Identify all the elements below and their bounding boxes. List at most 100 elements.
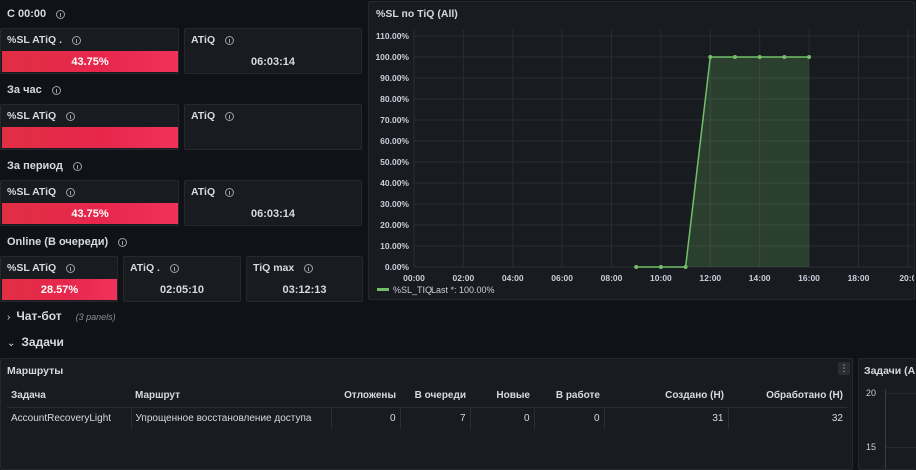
info-icon[interactable] bbox=[51, 85, 61, 95]
chevron-down-icon: ⌄ bbox=[7, 338, 16, 349]
x-tick-label: 02:00 bbox=[453, 273, 475, 283]
routes-title: Маршруты bbox=[7, 365, 64, 377]
y-tick-label: 110.00% bbox=[376, 31, 410, 41]
legend-swatch bbox=[377, 288, 389, 291]
tasks-y-tick: 15 bbox=[866, 442, 877, 452]
series-point bbox=[683, 265, 688, 269]
info-icon[interactable] bbox=[169, 263, 179, 273]
table-cell: 32 bbox=[831, 412, 843, 424]
column-header[interactable]: Маршрут bbox=[131, 385, 331, 408]
sl-area-chart[interactable]: 0.00% 10.00% 20.00% 30.00% 40.00% 50.00% 60.00… bbox=[369, 2, 915, 300]
routes-panel[interactable]: Маршруты ⋮ Задача Маршрут Отложены В оче… bbox=[0, 358, 853, 470]
y-axis-labels: 0.00% 10.00% 20.00% 30.00% 40.00% 50.00% 60.00… bbox=[375, 31, 409, 272]
y-tick-label: 80.00% bbox=[380, 94, 409, 104]
section-title-hour: За час bbox=[7, 84, 61, 96]
table-row[interactable]: AccountRecoveryLight Упрощенное восстано… bbox=[7, 407, 847, 429]
tasks-y-tick: 20 bbox=[866, 388, 877, 398]
section-title-period: За период bbox=[7, 160, 82, 172]
chart-grid bbox=[413, 30, 914, 268]
series-area-fill bbox=[685, 57, 810, 267]
column-header[interactable]: Отложены bbox=[331, 385, 400, 408]
routes-table: Задача Маршрут Отложены В очереди Новые … bbox=[7, 385, 847, 429]
y-tick-label: 30.00% bbox=[380, 199, 409, 209]
y-tick-label: 0.00% bbox=[385, 262, 410, 272]
atiq-online-panel[interactable]: ATiQ . 02:05:10 bbox=[123, 256, 241, 302]
tasks-axis-line bbox=[885, 389, 886, 469]
y-tick-label: 40.00% bbox=[380, 178, 409, 188]
column-header[interactable]: Обработано (Н) bbox=[728, 385, 847, 408]
section-title-online: Online (В очереди) bbox=[7, 236, 128, 248]
sl-gauge-bar: 43.75% bbox=[2, 203, 178, 224]
series-point bbox=[634, 265, 639, 269]
x-tick-label: 00:00 bbox=[403, 273, 425, 283]
tiq-max-online-panel[interactable]: TiQ max 03:12:13 bbox=[246, 256, 363, 302]
sl-gauge-bar bbox=[2, 127, 178, 148]
table-cell: 0 bbox=[534, 407, 605, 429]
series-point bbox=[732, 55, 737, 59]
section-title-today: С 00:00 bbox=[7, 8, 66, 20]
atiq-value: 06:03:14 bbox=[250, 208, 296, 220]
row-tasks[interactable]: ⌄ Задачи bbox=[7, 335, 64, 349]
atiq-value: 06:03:14 bbox=[250, 56, 296, 68]
series-point bbox=[807, 55, 812, 59]
table-cell: 31 bbox=[604, 407, 729, 429]
series-point bbox=[708, 55, 713, 59]
x-tick-label: 12:00 bbox=[699, 273, 721, 283]
y-tick-label: 20.00% bbox=[380, 220, 409, 230]
info-icon[interactable] bbox=[304, 263, 314, 273]
info-icon[interactable] bbox=[66, 263, 76, 273]
atiq-value: 02:05:10 bbox=[159, 284, 205, 296]
column-header[interactable]: Новые bbox=[470, 385, 534, 408]
info-icon[interactable] bbox=[72, 161, 82, 171]
info-icon[interactable] bbox=[225, 35, 235, 45]
y-tick-label: 10.00% bbox=[380, 241, 409, 251]
x-tick-label: 04:00 bbox=[502, 273, 524, 283]
info-icon[interactable] bbox=[225, 187, 235, 197]
series-point bbox=[757, 55, 762, 59]
sl-gauge-bar: 28.57% bbox=[2, 279, 117, 300]
table-cell: Упрощенное восстановление доступа bbox=[131, 407, 332, 429]
chart-legend[interactable]: %SL_TIQ Last *: 100.00% bbox=[377, 285, 495, 295]
x-tick-label: 06:00 bbox=[551, 273, 573, 283]
legend-stat: Last *: 100.00% bbox=[431, 285, 495, 295]
series-point bbox=[782, 55, 787, 59]
column-header[interactable]: Задача bbox=[7, 385, 131, 408]
y-tick-label: 50.00% bbox=[380, 157, 409, 167]
atiq-today-panel[interactable]: ATiQ 06:03:14 bbox=[184, 28, 362, 74]
sl-atiq-period-panel[interactable]: %SL ATiQ 43.75% bbox=[0, 180, 179, 226]
column-header[interactable]: В очереди bbox=[400, 385, 470, 408]
column-header[interactable]: В работе bbox=[534, 385, 604, 408]
tasks-grid-line bbox=[886, 447, 916, 448]
x-axis-labels: 00:00 02:00 04:00 06:00 08:00 10:00 12:00 14:00… bbox=[403, 273, 915, 283]
table-cell: 0 bbox=[331, 407, 401, 429]
tasks-all-title: Задачи (All bbox=[864, 365, 916, 377]
info-icon[interactable] bbox=[72, 35, 82, 45]
info-icon[interactable] bbox=[66, 111, 76, 121]
series-point bbox=[658, 265, 663, 269]
tasks-all-panel[interactable]: Задачи (All 20 15 bbox=[858, 358, 916, 470]
info-icon[interactable] bbox=[225, 111, 235, 121]
info-icon[interactable] bbox=[118, 237, 128, 247]
atiq-period-panel[interactable]: ATiQ 06:03:14 bbox=[184, 180, 362, 226]
x-tick-label: 08:00 bbox=[601, 273, 623, 283]
tasks-grid-line bbox=[886, 393, 916, 394]
info-icon[interactable] bbox=[66, 187, 76, 197]
sl-atiq-hour-panel[interactable]: %SL ATiQ bbox=[0, 104, 179, 150]
sl-by-tiq-chart-panel[interactable]: %SL по TiQ (All) 0.00% 10.00% 20.00% 30.00%… bbox=[368, 1, 915, 300]
x-tick-label: 10:00 bbox=[650, 273, 672, 283]
table-cell: 0 bbox=[470, 407, 535, 429]
x-tick-label: 20:0 bbox=[899, 273, 915, 283]
row-chatbot[interactable]: › Чат-бот (3 panels) bbox=[7, 309, 116, 323]
column-header[interactable]: Создано (Н) bbox=[604, 385, 728, 408]
sl-atiq-today-panel[interactable]: %SL ATiQ . 43.75% bbox=[0, 28, 179, 74]
sl-gauge-bar: 43.75% bbox=[2, 51, 178, 72]
atiq-hour-panel[interactable]: ATiQ bbox=[184, 104, 362, 150]
chevron-right-icon: › bbox=[7, 312, 11, 323]
y-tick-label: 90.00% bbox=[380, 73, 409, 83]
panel-menu-icon[interactable]: ⋮ bbox=[838, 362, 850, 375]
x-tick-label: 16:00 bbox=[798, 273, 820, 283]
sl-atiq-online-panel[interactable]: %SL ATiQ 28.57% bbox=[0, 256, 118, 302]
info-icon[interactable] bbox=[56, 9, 66, 19]
table-cell: AccountRecoveryLight bbox=[7, 407, 132, 429]
table-cell: 7 bbox=[400, 407, 471, 429]
